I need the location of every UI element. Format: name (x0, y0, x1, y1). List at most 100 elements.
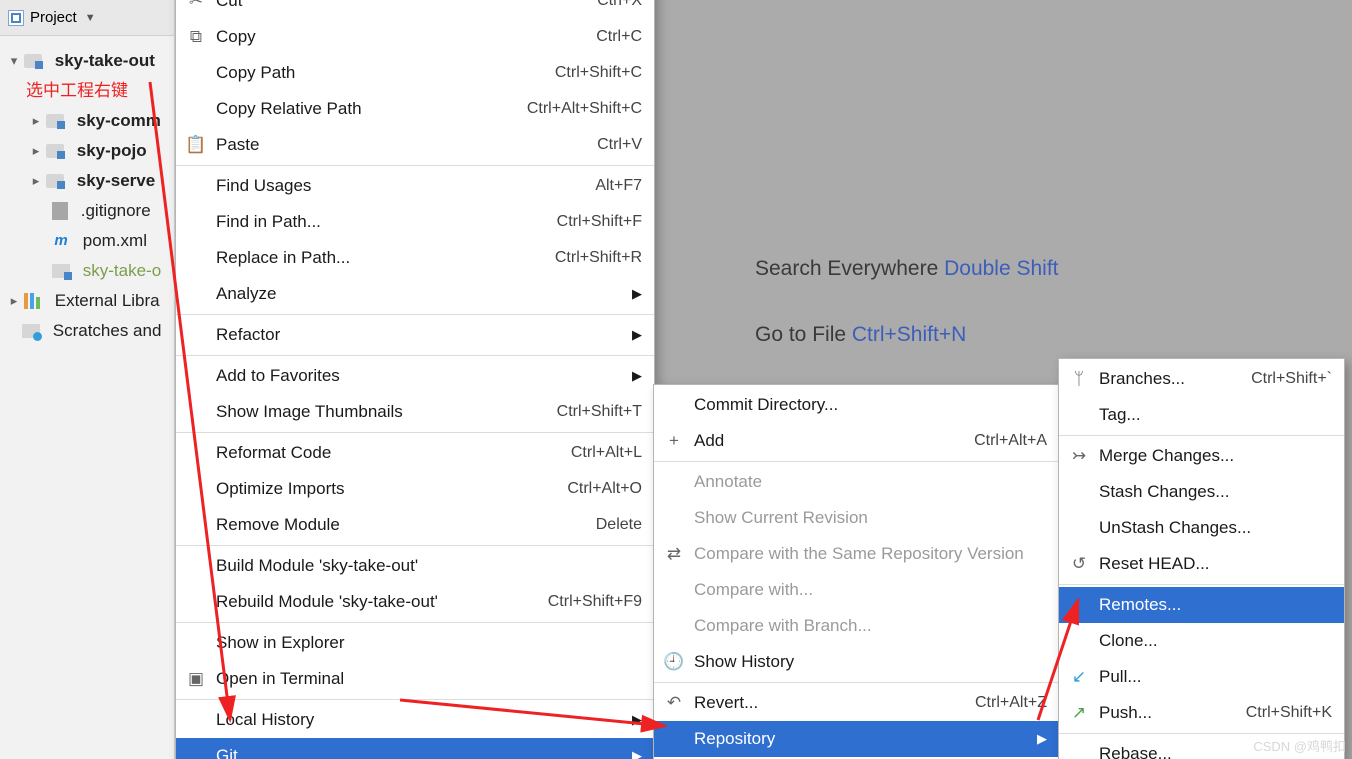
shortcut: Ctrl+X (557, 0, 642, 10)
menu-build-module[interactable]: Build Module 'sky-take-out' (176, 548, 654, 584)
menu-git[interactable]: Git ▶ (176, 738, 654, 759)
menu-repository[interactable]: Repository▶ (654, 721, 1059, 757)
chevron-right-icon: ▶ (592, 748, 642, 759)
module-sky-server[interactable]: sky-serve (8, 166, 174, 196)
menu-revert[interactable]: ↶Revert...Ctrl+Alt+Z (654, 685, 1059, 721)
menu-compare-branch: Compare with Branch... (654, 608, 1059, 644)
label: Revert... (694, 693, 758, 713)
project-header-label: Project (30, 9, 77, 26)
separator (176, 622, 654, 623)
menu-open-terminal[interactable]: ▣Open in Terminal (176, 661, 654, 697)
label: Reset HEAD... (1099, 554, 1210, 574)
menu-stash[interactable]: Stash Changes... (1059, 474, 1344, 510)
menu-rebuild-module[interactable]: Rebuild Module 'sky-take-out'Ctrl+Shift+… (176, 584, 654, 620)
iml-icon (52, 264, 70, 278)
menu-add-favorites[interactable]: Add to Favorites▶ (176, 358, 654, 394)
menu-annotate: Annotate (654, 464, 1059, 500)
menu-thumbnails[interactable]: Show Image ThumbnailsCtrl+Shift+T (176, 394, 654, 430)
menu-push[interactable]: ↗ Push... Ctrl+Shift+K (1059, 695, 1344, 731)
menu-local-history[interactable]: Local History▶ (176, 702, 654, 738)
file-label: pom.xml (83, 226, 147, 256)
menu-refactor[interactable]: Refactor▶ (176, 317, 654, 353)
shortcut: Ctrl+Alt+L (531, 444, 642, 462)
file-iml[interactable]: sky-take-o (8, 256, 174, 286)
menu-copy-relative-path[interactable]: Copy Relative Path Ctrl+Alt+Shift+C (176, 91, 654, 127)
shortcut: Ctrl+Alt+Shift+C (487, 100, 642, 118)
shortcut: Ctrl+Alt+Z (935, 694, 1047, 712)
menu-show-history[interactable]: 🕘Show History (654, 644, 1059, 680)
label: Remove Module (216, 515, 340, 535)
label: Add (694, 431, 724, 451)
menu-pull[interactable]: ↙Pull... (1059, 659, 1344, 695)
project-root[interactable]: sky-take-out (8, 46, 174, 76)
menu-remove-module[interactable]: Remove Module Delete (176, 507, 654, 543)
label: Build Module 'sky-take-out' (216, 556, 418, 576)
project-header[interactable]: Project ▼ (0, 0, 174, 36)
menu-remotes[interactable]: Remotes... (1059, 587, 1344, 623)
push-icon: ↗ (1069, 703, 1089, 723)
menu-cut[interactable]: ✂CutCtrl+X (176, 0, 654, 19)
maven-icon: m (52, 232, 70, 250)
label: Copy Relative Path (216, 99, 362, 119)
file-label: sky-take-o (83, 256, 161, 286)
label: Show in Explorer (216, 633, 345, 653)
menu-find-in-path[interactable]: Find in Path...Ctrl+Shift+F (176, 204, 654, 240)
label: Stash Changes... (1099, 482, 1229, 502)
menu-replace-in-path[interactable]: Replace in Path...Ctrl+Shift+R (176, 240, 654, 276)
external-libraries[interactable]: External Libra (8, 286, 174, 316)
menu-tag[interactable]: Tag... (1059, 397, 1344, 433)
file-gitignore[interactable]: .gitignore (8, 196, 174, 226)
label: Show Current Revision (694, 508, 868, 528)
shortcut: Ctrl+Alt+O (527, 480, 642, 498)
menu-reformat[interactable]: Reformat Code Ctrl+Alt+L (176, 435, 654, 471)
file-pom[interactable]: m pom.xml (8, 226, 174, 256)
menu-analyze[interactable]: Analyze ▶ (176, 276, 654, 312)
shortcut: Delete (556, 516, 642, 534)
label: Find Usages (216, 176, 311, 196)
scratches[interactable]: Scratches and (8, 316, 174, 346)
separator (176, 699, 654, 700)
menu-show-explorer[interactable]: Show in Explorer (176, 625, 654, 661)
label: Analyze (216, 284, 276, 304)
hint-gotofile-shortcut: Ctrl+Shift+N (852, 323, 966, 346)
menu-merge[interactable]: ↣Merge Changes... (1059, 438, 1344, 474)
menu-branches[interactable]: ᛘBranches...Ctrl+Shift+` (1059, 361, 1344, 397)
chevron-right-icon: ▶ (592, 286, 642, 302)
label: Tag... (1099, 405, 1141, 425)
menu-commit-directory[interactable]: Commit Directory... (654, 387, 1059, 423)
external-label: External Libra (55, 286, 160, 316)
separator (176, 355, 654, 356)
menu-copy[interactable]: ⧉CopyCtrl+C (176, 19, 654, 55)
shortcut: Ctrl+Shift+K (1206, 704, 1332, 722)
shortcut: Ctrl+Alt+A (934, 432, 1047, 450)
separator (176, 314, 654, 315)
menu-copy-path[interactable]: Copy PathCtrl+Shift+C (176, 55, 654, 91)
label: Compare with the Same Repository Version (694, 544, 1024, 564)
history-icon: 🕘 (664, 652, 684, 672)
label: Remotes... (1099, 595, 1181, 615)
menu-git-add[interactable]: +AddCtrl+Alt+A (654, 423, 1059, 459)
separator (176, 545, 654, 546)
label: Replace in Path... (216, 248, 350, 268)
label: Reformat Code (216, 443, 331, 463)
label: Cut (216, 0, 242, 11)
module-sky-common[interactable]: sky-comm (8, 106, 174, 136)
shortcut: Ctrl+Shift+` (1211, 370, 1332, 388)
shortcut: Ctrl+V (557, 136, 642, 154)
menu-clone[interactable]: Clone... (1059, 623, 1344, 659)
separator (1059, 733, 1344, 734)
label: Git (216, 746, 238, 759)
menu-paste[interactable]: 📋PasteCtrl+V (176, 127, 654, 163)
label: Branches... (1099, 369, 1185, 389)
scratches-label: Scratches and (53, 316, 162, 346)
label: Push... (1099, 703, 1152, 723)
chevron-right-icon: ▶ (997, 731, 1047, 747)
gitignore-icon (52, 202, 68, 220)
label: Compare with Branch... (694, 616, 872, 636)
menu-unstash[interactable]: UnStash Changes... (1059, 510, 1344, 546)
menu-reset-head[interactable]: ↺Reset HEAD... (1059, 546, 1344, 582)
module-sky-pojo[interactable]: sky-pojo (8, 136, 174, 166)
hint-gotofile: Go to File (755, 323, 852, 346)
menu-find-usages[interactable]: Find UsagesAlt+F7 (176, 168, 654, 204)
menu-optimize-imports[interactable]: Optimize ImportsCtrl+Alt+O (176, 471, 654, 507)
